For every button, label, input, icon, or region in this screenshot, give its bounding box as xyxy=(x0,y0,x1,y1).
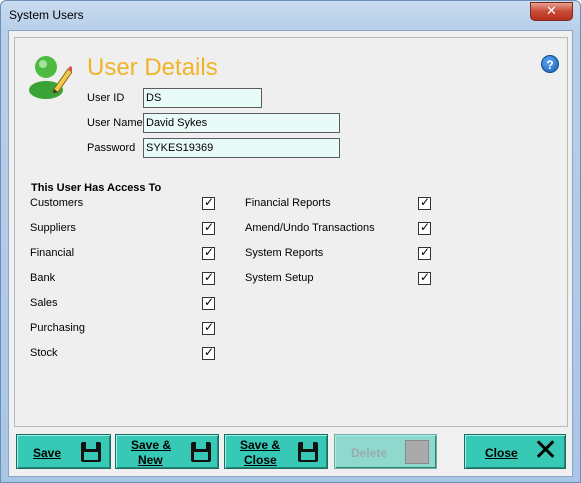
save-close-label-line2: Close xyxy=(244,453,277,467)
perm-checkbox-financial-reports[interactable]: ✓ xyxy=(418,195,431,210)
client-area: ? User Details User ID User Name Passwor… xyxy=(8,30,573,477)
window-title: System Users xyxy=(9,8,84,22)
close-label: Close xyxy=(485,446,518,460)
title-bar[interactable]: System Users ✕ xyxy=(1,1,580,31)
system-users-window: System Users ✕ ? User Details User ID Us… xyxy=(0,0,581,483)
help-icon[interactable]: ? xyxy=(541,55,559,73)
save-label: Save xyxy=(33,446,62,460)
access-section-title: This User Has Access To xyxy=(31,182,162,194)
perm-checkbox-sales[interactable]: ✓ xyxy=(202,295,215,310)
floppy-disk-icon xyxy=(81,442,101,462)
floppy-disk-close-icon xyxy=(298,442,318,462)
save-new-label-line2: New xyxy=(138,453,163,467)
perm-checkbox-bank[interactable]: ✓ xyxy=(202,270,215,285)
page-title: User Details xyxy=(87,54,218,81)
perm-checkbox-stock[interactable]: ✓ xyxy=(202,345,215,360)
password-field[interactable] xyxy=(143,138,340,158)
save-close-label-line1: Save & xyxy=(240,438,281,452)
delete-button[interactable]: Delete xyxy=(334,434,437,469)
perm-checkbox-financial[interactable]: ✓ xyxy=(202,245,215,260)
perm-label-sales: Sales xyxy=(30,297,58,309)
perm-checkbox-system-reports[interactable]: ✓ xyxy=(418,245,431,260)
perm-checkbox-purchasing[interactable]: ✓ xyxy=(202,320,215,335)
perm-checkbox-system-setup[interactable]: ✓ xyxy=(418,270,431,285)
perm-label-financial: Financial xyxy=(30,247,75,259)
perm-label-system-reports: System Reports xyxy=(245,247,324,259)
delete-icon xyxy=(405,440,429,464)
user-id-label: User ID xyxy=(87,92,125,104)
floppy-disk-new-icon xyxy=(191,442,211,462)
close-button[interactable]: Close ✕ xyxy=(464,434,566,469)
perm-label-purchasing: Purchasing xyxy=(30,322,86,334)
window-close-button[interactable]: ✕ xyxy=(530,2,573,21)
save-new-label-line1: Save & xyxy=(131,438,172,452)
close-icon: ✕ xyxy=(533,433,559,468)
perm-label-suppliers: Suppliers xyxy=(30,222,76,234)
perm-label-financial-reports: Financial Reports xyxy=(245,197,331,209)
perm-label-customers: Customers xyxy=(30,197,84,209)
user-name-field[interactable] xyxy=(143,113,340,133)
perm-checkbox-suppliers[interactable]: ✓ xyxy=(202,220,215,235)
save-button[interactable]: Save xyxy=(16,434,111,469)
user-details-panel: ? User Details User ID User Name Passwor… xyxy=(14,37,568,427)
delete-label: Delete xyxy=(351,446,388,460)
perm-checkbox-amend-undo[interactable]: ✓ xyxy=(418,220,431,235)
save-and-new-button[interactable]: Save & New xyxy=(115,434,219,469)
save-and-close-button[interactable]: Save & Close xyxy=(224,434,328,469)
user-edit-icon xyxy=(29,56,72,99)
perm-checkbox-customers[interactable]: ✓ xyxy=(202,195,215,210)
user-id-field[interactable] xyxy=(143,88,262,108)
perm-label-stock: Stock xyxy=(30,347,58,359)
perm-label-system-setup: System Setup xyxy=(245,272,314,284)
password-label: Password xyxy=(87,142,136,154)
perm-label-amend-undo: Amend/Undo Transactions xyxy=(245,222,375,234)
perm-label-bank: Bank xyxy=(30,272,56,284)
user-name-label: User Name xyxy=(87,117,143,129)
